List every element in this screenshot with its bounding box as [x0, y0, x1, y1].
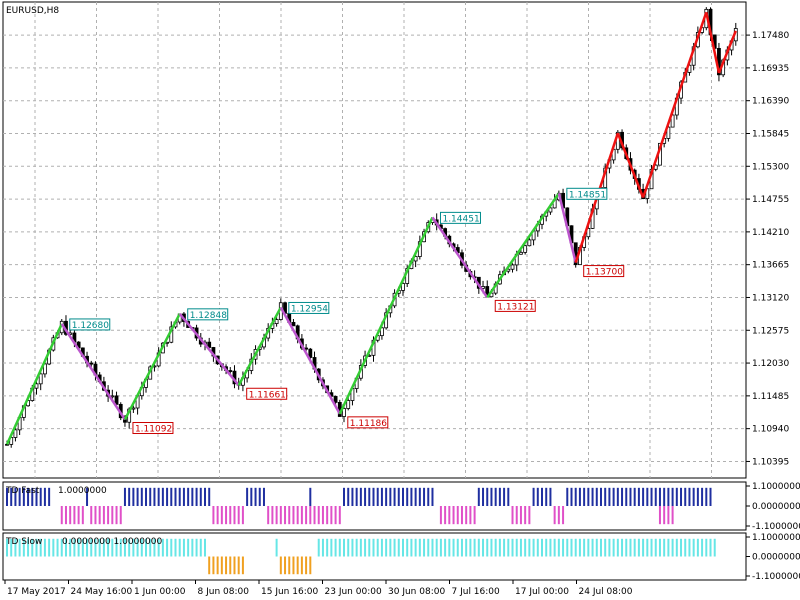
y-tick-label: 1.12030 [752, 359, 789, 369]
candle-body [333, 395, 338, 403]
y-tick-label: 1.16390 [752, 97, 789, 107]
candle-body [346, 400, 351, 409]
label-text: 1.12848 [190, 311, 227, 321]
zigzag-price-label: 1.13121 [494, 299, 536, 312]
td-fast-title: TD Fast [5, 486, 40, 496]
x-tick-label: 7 Jul 16:00 [452, 587, 501, 597]
candle-body [523, 245, 528, 253]
y-tick-label: 1.11485 [752, 392, 789, 402]
pane-frame [2, 1, 747, 479]
zigzag-price-label: 1.12954 [288, 301, 330, 314]
zigzag-price-label: 1.11186 [347, 416, 389, 429]
x-tick-label: 23 Jun 00:00 [325, 587, 382, 597]
symbol-title: EURUSD,H8 [6, 6, 59, 16]
x-tick-label: 30 Jun 08:00 [388, 587, 445, 597]
y-tick-label: 0.0000000 [752, 553, 800, 563]
y-tick-label: 1.12575 [752, 326, 789, 336]
candle-body [228, 370, 233, 372]
y-tick-label: 1.15300 [752, 162, 789, 172]
x-tick-label: 24 Jul 08:00 [579, 587, 633, 597]
y-tick-label: 1.10395 [752, 457, 789, 467]
y-tick-label: 1.1000000 [752, 533, 800, 543]
chart-window[interactable]: 1.17480 1.16935 1.16390 1.15845 1.15300 1.147… [0, 0, 800, 600]
y-tick-label: 1.13120 [752, 293, 789, 303]
y-tick-label: 1.14210 [752, 228, 789, 238]
y-tick-label: 1.15845 [752, 129, 789, 139]
candle-body [131, 407, 136, 410]
label-text: 1.11661 [249, 390, 286, 400]
candle-body [89, 362, 94, 365]
y-tick-label: 1.1000000 [752, 482, 800, 492]
td-slow-title: TD Slow [5, 537, 42, 547]
y-tick-label: 1.10940 [752, 425, 789, 435]
label-text: 1.14851 [569, 190, 606, 200]
zigzag-price-label: 1.12680 [69, 318, 111, 331]
label-text: 1.11186 [350, 419, 387, 429]
y-tick-label: 1.13665 [752, 261, 789, 271]
y-tick-label: 0.0000000 [752, 502, 800, 512]
candle-body [291, 321, 296, 327]
candle-body [527, 239, 532, 247]
x-tick-label: 1 Jun 00:00 [134, 587, 186, 597]
zigzag-price-label: 1.14851 [566, 187, 608, 200]
y-tick-label: -1.1000000 [752, 572, 800, 582]
td-fast-pane[interactable]: 1.1000000 0.0000000 -1.1000000 TD Fast 1.000… [2, 481, 800, 532]
y-tick-label: 1.14755 [752, 195, 789, 205]
y-tick-label: 1.16935 [752, 64, 789, 74]
price-pane[interactable]: 1.17480 1.16935 1.16390 1.15845 1.15300 1.147… [2, 1, 789, 479]
zigzag-price-label: 1.11661 [246, 387, 288, 400]
label-text: 1.12954 [291, 304, 328, 314]
x-tick-label: 24 May 16:00 [71, 587, 133, 597]
zigzag-price-label: 1.12848 [187, 308, 229, 321]
y-tick-label: -1.1000000 [752, 522, 800, 532]
td-slow-pane[interactable]: 1.1000000 0.0000000 -1.1000000 TD Slow 0.000… [2, 532, 800, 582]
label-text: 1.14451 [442, 214, 479, 224]
label-text: 1.12680 [72, 321, 109, 331]
x-tick-label: 15 Jun 16:00 [261, 587, 318, 597]
td-fast-values: 1.0000000 [58, 486, 107, 496]
x-tick-label: 17 May 2017 [7, 587, 66, 597]
time-axis: 17 May 2017 24 May 16:00 1 Jun 00:00 8 Jun … [4, 580, 633, 597]
label-text: 1.13700 [586, 268, 623, 278]
x-tick-label: 17 Jul 00:00 [515, 587, 569, 597]
candle-body [274, 319, 279, 324]
zigzag-price-label: 1.14451 [439, 211, 481, 224]
td-slow-values: 0.0000000 1.0000000 [62, 537, 162, 547]
label-text: 1.11092 [135, 425, 172, 435]
zigzag-price-label: 1.13700 [583, 265, 625, 278]
zigzag-price-label: 1.11092 [132, 422, 174, 435]
candle-body [510, 264, 515, 270]
x-tick-label: 8 Jun 08:00 [198, 587, 250, 597]
label-text: 1.13121 [497, 302, 534, 312]
y-tick-label: 1.17480 [752, 31, 789, 41]
candle-body [519, 251, 523, 255]
